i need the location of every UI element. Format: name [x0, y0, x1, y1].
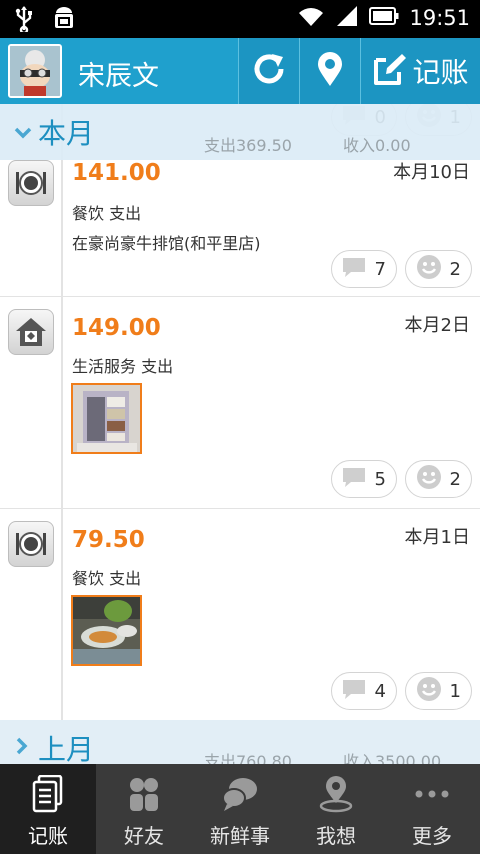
location-wish-icon [318, 774, 354, 814]
comment-count-pill[interactable]: 5 [331, 460, 397, 498]
location-pin-icon [315, 51, 345, 91]
category: 餐饮 支出 [72, 569, 142, 588]
comment-count: 5 [374, 468, 386, 490]
refresh-button[interactable] [238, 38, 299, 104]
category: 生活服务 支出 [72, 357, 174, 376]
food-photo[interactable] [71, 595, 142, 666]
ledger-icon [31, 774, 65, 814]
like-count: 2 [449, 258, 461, 280]
comment-icon [341, 466, 367, 492]
month-income: 收入0.00 [343, 136, 411, 155]
app-screen: 19:51 宋辰文 记账 141.00 本月10日 餐饮 支出 在豪尚豪牛排馆(… [0, 0, 480, 854]
nav-item-more[interactable]: 更多 [384, 764, 480, 854]
refresh-icon [251, 51, 287, 91]
list-item[interactable]: 79.50 本月1日 餐饮 支出 4 1 [0, 509, 480, 721]
status-time: 19:51 [409, 6, 470, 30]
usb-icon [14, 6, 34, 36]
comment-icon [341, 678, 367, 704]
comment-count-pill[interactable]: 7 [331, 250, 397, 288]
android-debug-icon [52, 6, 76, 36]
date: 本月1日 [404, 527, 470, 548]
like-count: 1 [449, 680, 461, 702]
nav-item-news[interactable]: 新鲜事 [192, 764, 288, 854]
status-bar: 19:51 [0, 0, 480, 38]
amount: 149.00 [72, 315, 161, 341]
like-count: 2 [449, 468, 461, 490]
month-header-this-month[interactable]: 本月 支出369.50 收入0.00 [0, 104, 480, 160]
nav-label: 我想 [316, 824, 356, 848]
nav-item-wish[interactable]: 我想 [288, 764, 384, 854]
avatar[interactable] [8, 44, 62, 98]
nav-item-ledger[interactable]: 记账 [0, 764, 96, 854]
date: 本月10日 [393, 162, 470, 183]
month-expense: 支出760.80 [204, 752, 292, 764]
app-header: 宋辰文 记账 [0, 38, 480, 104]
dining-plate-icon [8, 160, 54, 206]
nav-item-friends[interactable]: 好友 [96, 764, 192, 854]
smiley-icon [416, 676, 442, 706]
friends-icon [127, 774, 161, 814]
like-count-pill[interactable]: 2 [405, 250, 472, 288]
place: 在豪尚豪牛排馆(和平里店) [72, 234, 261, 253]
month-expense: 支出369.50 [204, 136, 292, 155]
date: 本月2日 [404, 315, 470, 336]
edit-icon [372, 52, 408, 90]
nav-label: 记账 [28, 824, 68, 848]
bottom-nav: 记账 好友 新鲜事 我想 更多 [0, 764, 480, 854]
signal-icon [335, 5, 359, 31]
comment-count: 7 [374, 258, 386, 280]
user-name: 宋辰文 [78, 61, 159, 92]
battery-icon [369, 7, 399, 29]
list-item[interactable]: 141.00 本月10日 餐饮 支出 在豪尚豪牛排馆(和平里店) 7 2 [0, 144, 480, 297]
record-list[interactable]: 0 1 141.00 本月10日 餐饮 支出 在豪尚豪牛排馆(和平里店) 7 [0, 104, 480, 764]
wardrobe-photo[interactable] [71, 383, 142, 454]
record-label: 记账 [412, 56, 469, 89]
list-item[interactable]: 149.00 本月2日 生活服务 支出 5 2 [0, 297, 480, 509]
location-button[interactable] [299, 38, 360, 104]
amount: 141.00 [72, 160, 161, 186]
chevron-right-icon [16, 737, 28, 759]
nav-label: 新鲜事 [210, 824, 270, 848]
month-title: 上月 [38, 733, 95, 764]
dining-plate-icon [8, 521, 54, 567]
month-income: 收入3500.00 [343, 752, 442, 764]
chat-bubbles-icon [221, 774, 259, 814]
chevron-down-icon [14, 124, 32, 143]
month-title: 本月 [38, 117, 95, 150]
category: 餐饮 支出 [72, 204, 142, 223]
record-button[interactable]: 记账 [360, 38, 480, 104]
like-count-pill[interactable]: 1 [405, 672, 472, 710]
nav-label: 更多 [412, 824, 452, 848]
smiley-icon [416, 464, 442, 494]
house-service-icon [8, 309, 54, 355]
comment-icon [341, 256, 367, 282]
wifi-icon [297, 5, 325, 31]
more-dots-icon [414, 774, 450, 814]
nav-label: 好友 [124, 824, 164, 848]
month-header-last-month[interactable]: 上月 支出760.80 收入3500.00 [0, 720, 480, 764]
comment-count-pill[interactable]: 4 [331, 672, 397, 710]
amount: 79.50 [72, 527, 145, 553]
smiley-icon [416, 254, 442, 284]
comment-count: 4 [374, 680, 386, 702]
like-count-pill[interactable]: 2 [405, 460, 472, 498]
